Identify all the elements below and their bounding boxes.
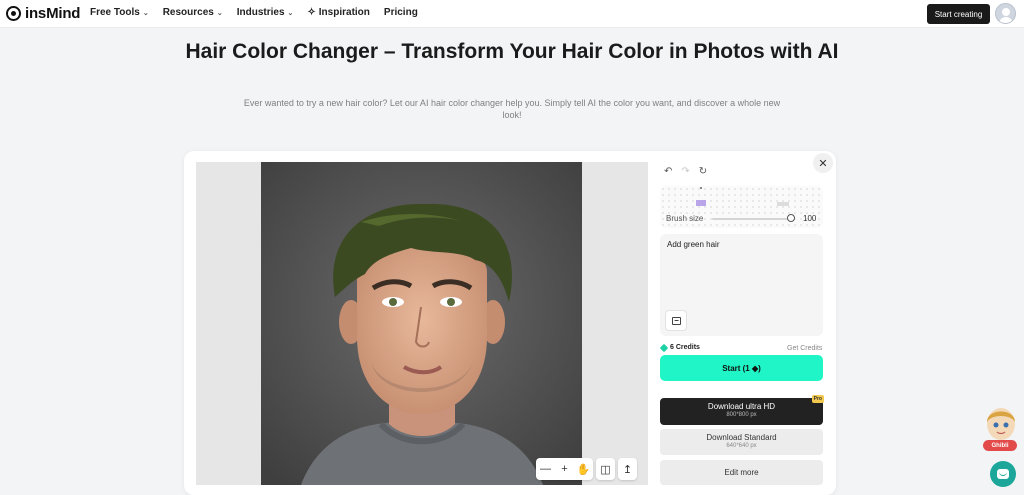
top-header: insMind Free Tools ⌄ Resources ⌄ Industr… [0,0,1024,28]
chevron-down-icon: ⌄ [142,9,149,17]
nav-free-tools[interactable]: Free Tools ⌄ [90,7,149,18]
logo-text: insMind [25,5,81,22]
image-canvas[interactable] [196,162,648,485]
ghibli-promo-widget[interactable]: Ghibli [981,404,1021,452]
nav-label: Resources [162,7,214,18]
download-ultra-size: 800*800 px [726,412,757,418]
ghibli-tag: Ghibli [983,440,1017,451]
undo-icon[interactable]: ↶ [664,166,672,177]
brush-size-label: Brush size [666,214,704,223]
close-button[interactable]: ✕ [813,153,833,173]
start-button[interactable]: Start (1 ◆) [660,355,823,381]
ghibli-character-icon [987,408,1015,440]
prompt-input[interactable]: Add green hair [660,234,823,336]
zoom-out-icon[interactable]: — [536,458,555,480]
logo-mark-icon [6,6,21,21]
brush-size-slider[interactable] [712,218,790,220]
nav-label: Pricing [383,7,418,18]
nav-pricing[interactable]: Pricing [384,7,418,18]
brush-mark-purple [696,200,706,206]
brush-size-thumb[interactable] [787,214,795,222]
history-controls: ↶ ↷ ↻ [664,166,707,177]
upload-icon[interactable]: ↥ [618,458,637,480]
chat-support-button[interactable] [990,461,1016,487]
nav-inspiration[interactable]: ✧ Inspiration [307,7,370,18]
reset-icon[interactable]: ↻ [699,166,707,177]
download-standard-size: 640*640 px [726,443,757,449]
hand-pan-icon[interactable]: ✋ [574,458,593,480]
nav-label: Free Tools [90,7,140,18]
download-standard-button[interactable]: Download Standard 640*640 px [660,429,823,455]
canvas-toolbar: — + ✋ ◫ ↥ [536,458,644,480]
compare-group: ◫ [596,458,615,480]
chat-icon [997,469,1009,479]
brush-cursor-dot [700,187,702,189]
pro-badge: Pro [811,395,824,403]
nav-label: Inspiration [318,7,370,18]
sparkle-icon: ✧ [307,7,316,18]
chevron-down-icon: ⌄ [287,9,294,17]
nav-label: Industries [236,7,285,18]
prompt-text: Add green hair [667,240,720,249]
credits-label: 6 Credits [670,344,700,351]
main-nav: Free Tools ⌄ Resources ⌄ Industries ⌄ ✧ … [90,7,418,18]
brush-mark-gray [777,202,789,206]
credit-gem-icon [659,343,669,352]
edit-more-button[interactable]: Edit more [660,460,823,485]
upload-group: ↥ [618,458,637,480]
page-subtitle: Ever wanted to try a new hair color? Let… [243,98,781,120]
reference-image-button[interactable] [665,310,687,331]
compare-icon[interactable]: ◫ [596,458,615,480]
get-credits-link[interactable]: Get Credits [787,345,822,352]
redo-icon[interactable]: ↷ [681,166,689,177]
download-ultra-hd-button[interactable]: Download ultra HD 800*800 px Pro [660,395,824,425]
user-avatar[interactable] [995,3,1016,24]
nav-resources[interactable]: Resources ⌄ [163,7,223,18]
start-creating-button[interactable]: Start creating [927,4,990,24]
zoom-pan-group: — + ✋ [536,458,593,480]
nav-industries[interactable]: Industries ⌄ [237,7,294,18]
zoom-in-icon[interactable]: + [555,458,574,480]
chevron-down-icon: ⌄ [216,9,223,17]
credits-count: 6 Credits [659,343,700,352]
portrait-photo [261,162,582,485]
image-icon [671,316,681,325]
brush-panel: Brush size 100 [660,186,823,228]
download-ultra-label: Download ultra HD [707,402,776,411]
logo[interactable]: insMind [6,5,80,22]
download-standard-label: Download Standard [706,433,777,442]
page-title: Hair Color Changer – Transform Your Hair… [185,40,839,63]
brush-size-value: 100 [803,214,817,223]
